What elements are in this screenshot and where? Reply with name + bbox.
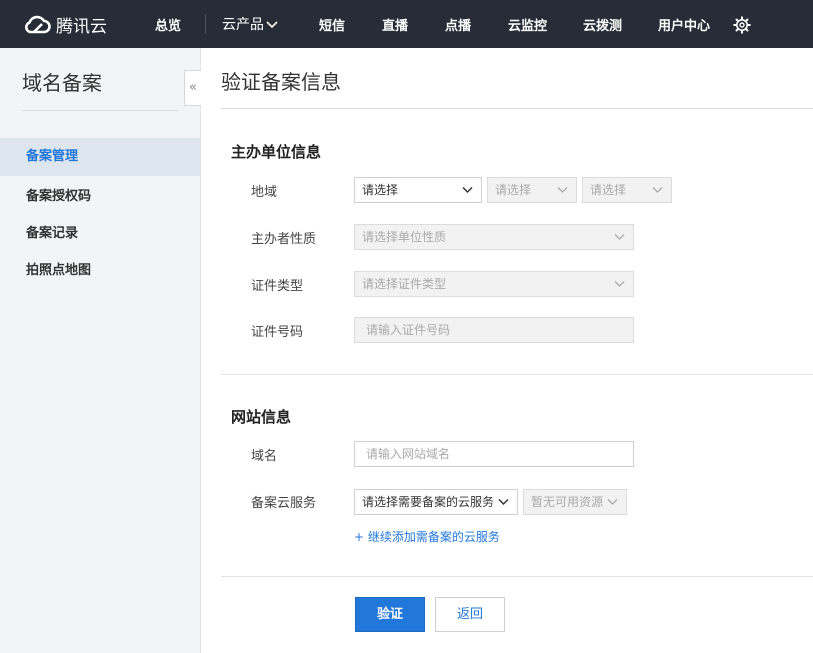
website-section-title: 网站信息 (231, 408, 292, 426)
chevron-down-icon (607, 499, 618, 505)
verify-button[interactable]: 验证 (355, 597, 425, 632)
region-province-value: 请选择 (362, 183, 399, 197)
sidebar-title: 域名备案 (22, 71, 102, 95)
nav-overview[interactable]: 总览 (155, 15, 181, 34)
sidebar-item-filing-management[interactable]: 备案管理 (0, 138, 200, 176)
cert-number-label: 证件号码 (251, 325, 304, 340)
nav-products-label: 云产品 (222, 17, 264, 33)
sidebar-divider (22, 110, 179, 111)
sidebar-item-auth-code[interactable]: 备案授权码 (0, 178, 200, 216)
cloud-logo-icon (25, 15, 51, 34)
cloud-service-label: 备案云服务 (251, 496, 317, 511)
sponsor-nature-select: 请选择单位性质 (354, 224, 634, 250)
sponsor-section-title: 主办单位信息 (231, 143, 322, 161)
region-district-value: 请选择 (590, 183, 627, 197)
nav-dial-test[interactable]: 云拨测 (583, 15, 622, 34)
sidebar-item-photo-map[interactable]: 拍照点地图 (0, 252, 200, 290)
tencent-cloud-logo[interactable]: 腾讯云 (22, 11, 107, 37)
region-district-select: 请选择 (582, 177, 672, 203)
cloud-service-value: 请选择需要备案的云服务 (362, 495, 495, 509)
nav-products[interactable]: 云产品 (222, 14, 278, 34)
cloud-resource-select: 暂无可用资源 (523, 489, 627, 515)
nav-user-center[interactable]: 用户中心 (658, 15, 710, 34)
nav-sms[interactable]: 短信 (319, 15, 345, 34)
nav-divider (205, 14, 206, 34)
chevron-down-icon (462, 186, 473, 194)
logo-text: 腾讯云 (56, 16, 107, 37)
chevron-down-icon (557, 187, 568, 193)
region-label: 地域 (251, 185, 278, 200)
sidebar-item-filing-records[interactable]: 备案记录 (0, 215, 200, 253)
sponsor-nature-value: 请选择单位性质 (362, 230, 447, 244)
section-divider (221, 576, 813, 577)
region-province-select[interactable]: 请选择 (354, 177, 482, 203)
nav-vod[interactable]: 点播 (445, 15, 471, 34)
back-button[interactable]: 返回 (435, 597, 505, 632)
title-divider (221, 108, 813, 109)
sidebar: 域名备案 备案管理 备案授权码 备案记录 拍照点地图 (0, 48, 201, 653)
nav-live[interactable]: 直播 (382, 15, 408, 34)
add-cloud-service-link[interactable]: + 继续添加需备案的云服务 (354, 528, 500, 545)
section-divider (221, 374, 813, 375)
region-city-select: 请选择 (487, 177, 577, 203)
gear-icon[interactable] (733, 16, 751, 34)
sidebar-collapse-button[interactable]: « (184, 70, 201, 106)
cert-type-select: 请选择证件类型 (354, 271, 634, 297)
region-city-value: 请选择 (495, 183, 532, 197)
domain-label: 域名 (251, 449, 278, 464)
cert-number-input: 请输入证件号码 (354, 317, 634, 343)
chevron-down-icon (266, 21, 278, 29)
cert-type-label: 证件类型 (251, 279, 304, 294)
top-navbar: 腾讯云 总览 云产品 短信 直播 点播 云监控 云拨测 用户中心 (0, 0, 813, 48)
sponsor-nature-label: 主办者性质 (251, 232, 317, 247)
cert-type-value: 请选择证件类型 (362, 277, 447, 291)
chevron-down-icon (652, 187, 663, 193)
cloud-resource-value: 暂无可用资源 (531, 495, 604, 509)
domain-input[interactable]: 请输入网站域名 (354, 441, 634, 467)
cloud-service-select[interactable]: 请选择需要备案的云服务 (354, 489, 518, 515)
chevron-down-icon (614, 234, 625, 240)
nav-monitor[interactable]: 云监控 (508, 15, 547, 34)
page-title: 验证备案信息 (221, 70, 341, 94)
chevron-down-icon (498, 498, 509, 506)
chevron-down-icon (614, 281, 625, 287)
